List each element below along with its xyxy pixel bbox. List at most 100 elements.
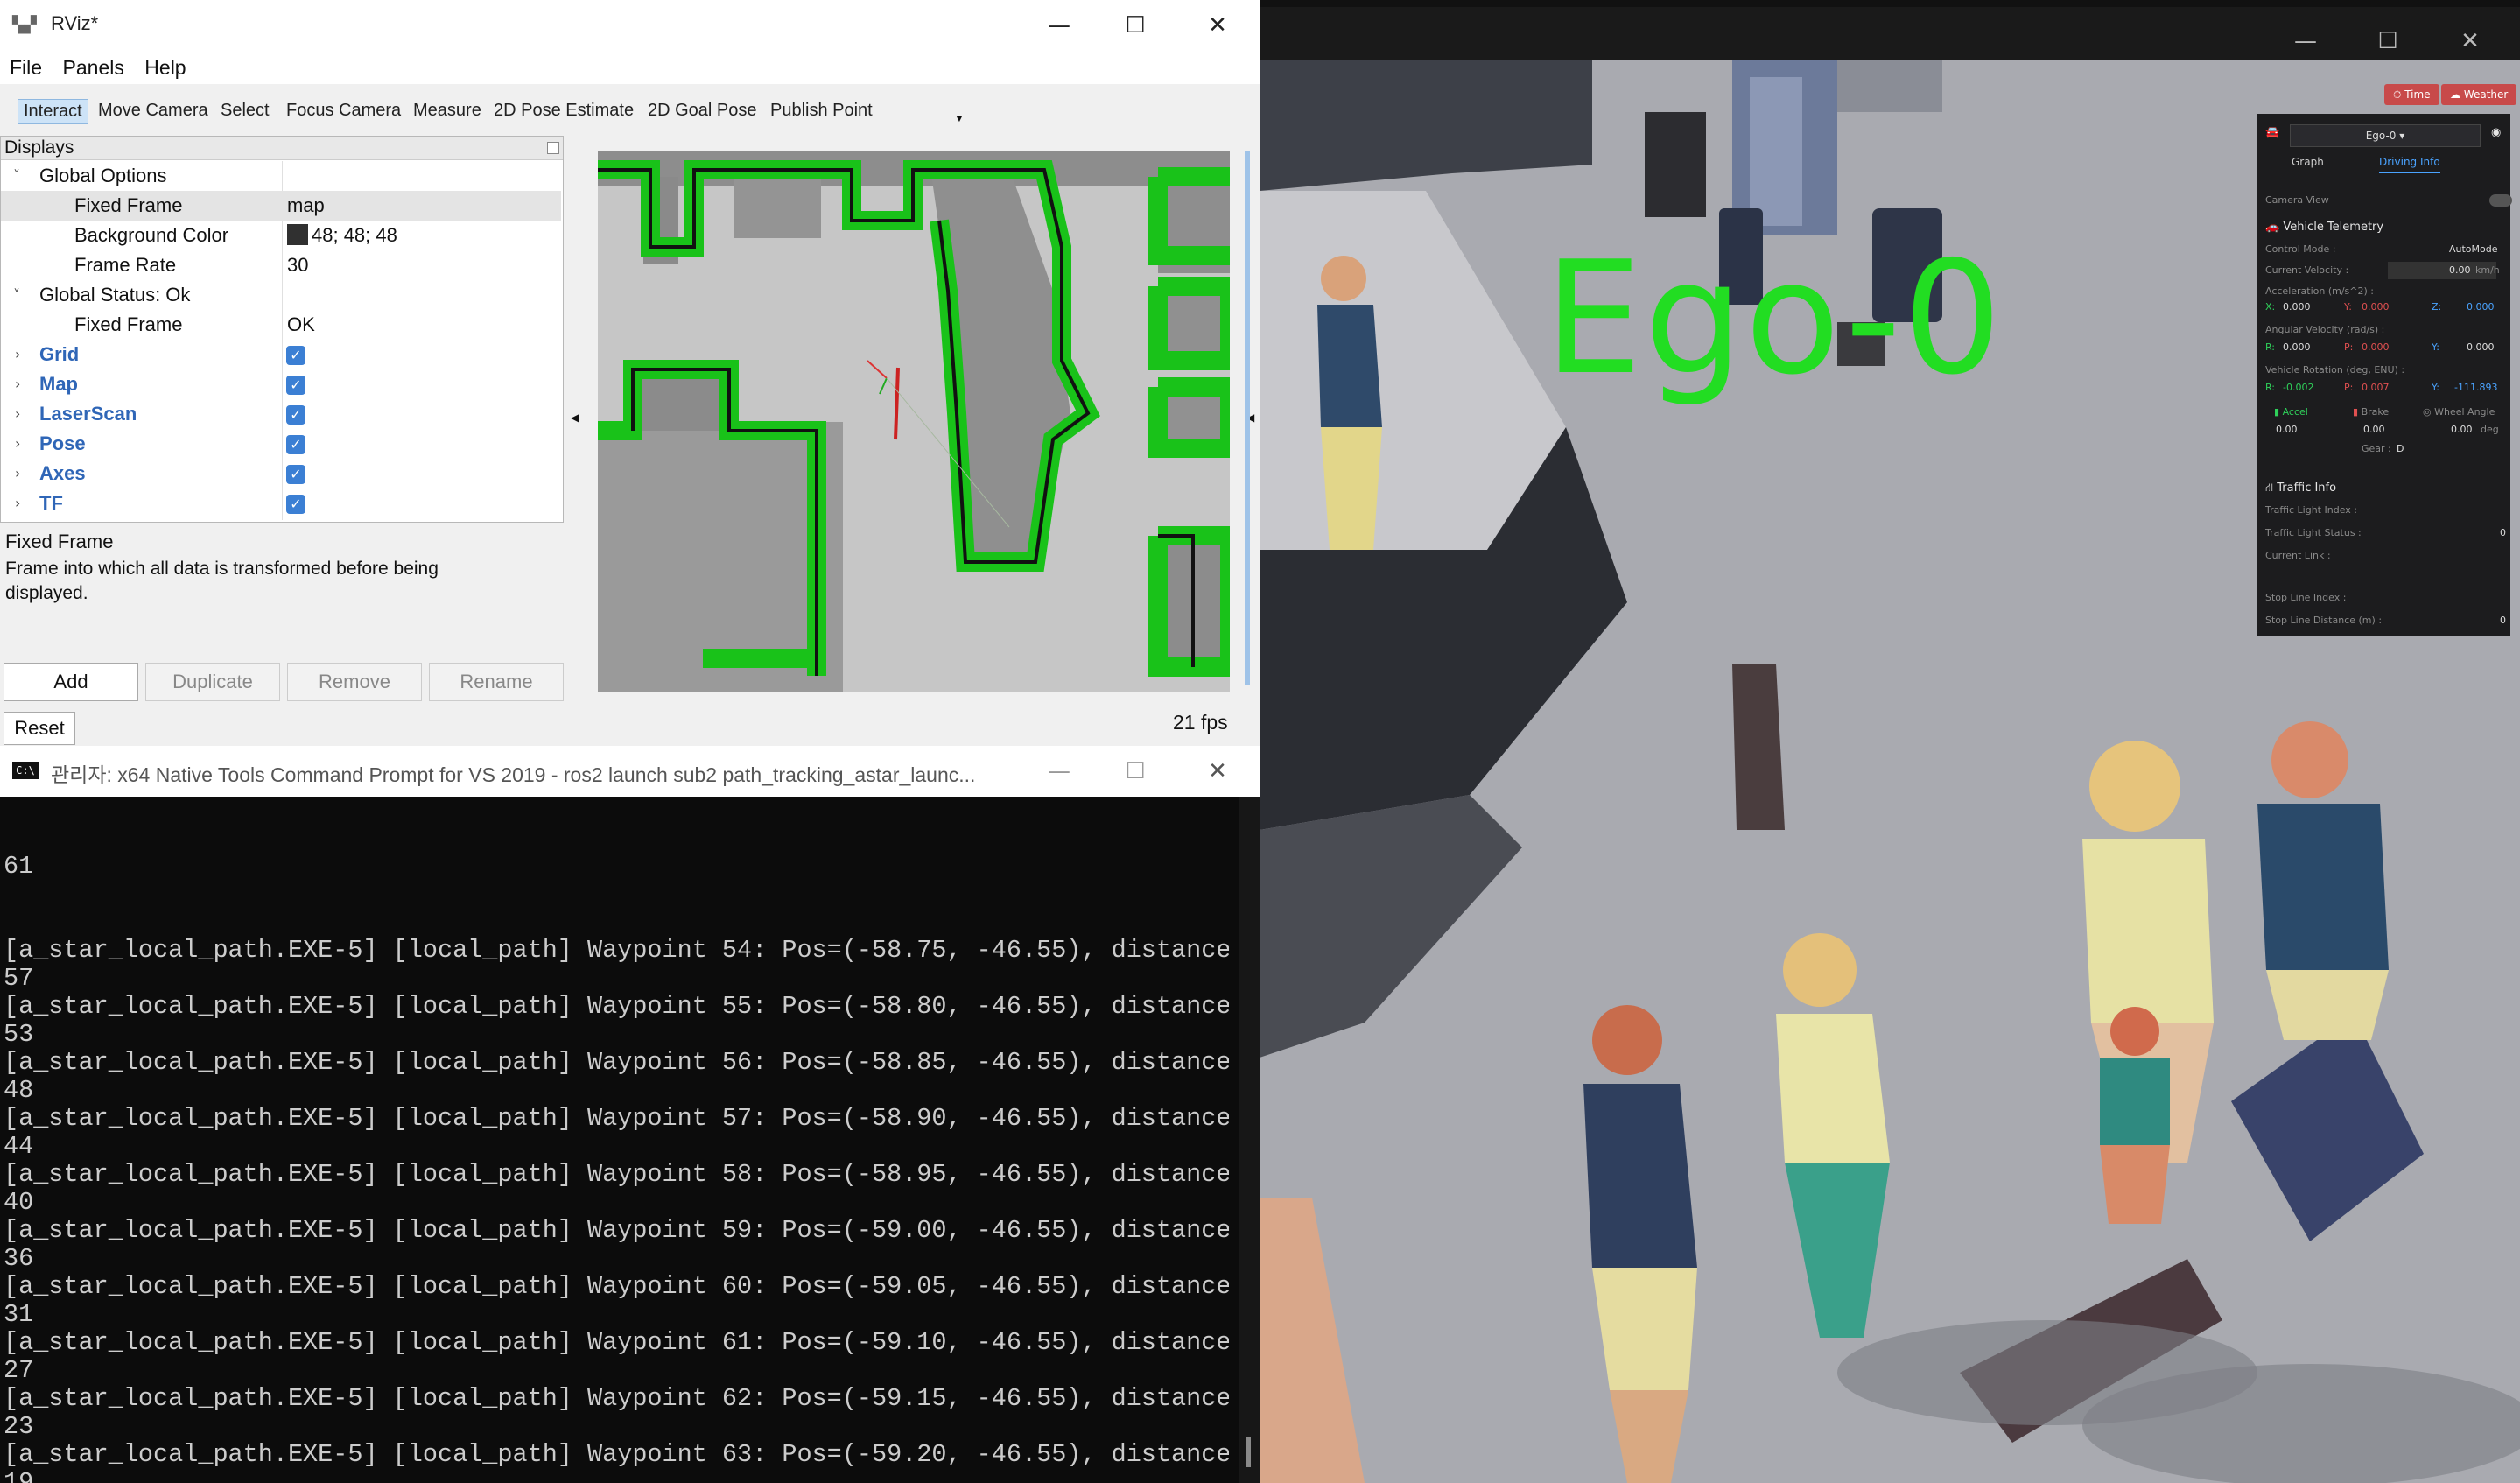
tree-label: LaserScan: [39, 403, 137, 425]
tree-global-options[interactable]: ˅ Global Options: [1, 161, 561, 191]
angvel-r-label: R:: [2265, 341, 2276, 353]
tool-2d-goal-pose[interactable]: 2D Goal Pose: [642, 99, 762, 123]
panel-float-icon[interactable]: [547, 142, 559, 154]
weather-button[interactable]: ☁ Weather: [2441, 84, 2517, 105]
minimize-icon[interactable]: —: [1020, 746, 1099, 797]
reset-button[interactable]: Reset: [4, 712, 75, 745]
current-velocity-value: 0.00: [2449, 264, 2471, 276]
duplicate-button[interactable]: Duplicate: [145, 663, 280, 701]
checkbox-tf[interactable]: ✓: [286, 495, 305, 514]
simulator-titlebar[interactable]: — ☐ ✕: [1260, 0, 2520, 67]
chevron-down-icon[interactable]: ˅: [13, 161, 20, 191]
tool-measure[interactable]: Measure: [408, 99, 487, 123]
map-view-3d[interactable]: [598, 151, 1230, 692]
checkbox-axes[interactable]: ✓: [286, 465, 305, 484]
terminal-line-continuation: 31: [4, 1300, 34, 1329]
checkbox-grid[interactable]: ✓: [286, 346, 305, 365]
occupancy-map: [598, 151, 1230, 692]
brake-value: 0.00: [2363, 424, 2385, 435]
brake-text: Brake: [2361, 406, 2390, 418]
remove-button[interactable]: Remove: [287, 663, 422, 701]
terminal-line-continuation: 40: [4, 1188, 34, 1217]
time-button[interactable]: ⏱ Time: [2384, 84, 2439, 105]
terminal-line-continuation: 19: [4, 1468, 34, 1483]
collapse-left-icon[interactable]: ◀: [571, 411, 579, 424]
time-label: Time: [2404, 88, 2431, 101]
scrollbar-thumb[interactable]: [1246, 1437, 1251, 1467]
checkbox-map[interactable]: ✓: [286, 376, 305, 395]
menu-panels[interactable]: Panels: [63, 51, 124, 84]
tool-2d-pose-estimate[interactable]: 2D Pose Estimate: [488, 99, 639, 123]
background-color-value[interactable]: 48; 48; 48: [287, 221, 397, 250]
tool-move-camera[interactable]: Move Camera: [93, 99, 214, 123]
wheel-angle-text: Wheel Angle: [2434, 406, 2495, 418]
driving-info-panel: 🚘 Ego-0 ▾ ◉ Graph Driving Info Camera Vi…: [2257, 114, 2512, 636]
tree-laserscan[interactable]: › LaserScan ✓: [1, 399, 561, 429]
chevron-right-icon[interactable]: ›: [15, 340, 20, 369]
terminal-titlebar[interactable]: C:\ 관리자: x64 Native Tools Command Prompt…: [0, 746, 1260, 797]
chevron-right-icon[interactable]: ›: [15, 459, 20, 488]
add-button[interactable]: Add: [4, 663, 138, 701]
terminal-line-continuation: 36: [4, 1244, 34, 1273]
tree-tf[interactable]: › TF ✓: [1, 488, 561, 518]
tab-graph[interactable]: Graph: [2292, 156, 2324, 168]
fixed-frame-value[interactable]: map: [287, 191, 325, 221]
terminal-output[interactable]: 61 [a_star_local_path.EXE-5] [local_path…: [4, 797, 1229, 1483]
vehicle-select[interactable]: Ego-0 ▾: [2290, 124, 2481, 147]
terminal-line: [a_star_local_path.EXE-5] [local_path] W…: [4, 992, 1229, 1021]
maximize-icon[interactable]: ☐: [1096, 746, 1175, 797]
tree-global-status[interactable]: ˅ Global Status: Ok: [1, 280, 561, 310]
close-icon[interactable]: ✕: [1178, 746, 1257, 797]
tree-status-fixed-frame[interactable]: Fixed Frame OK: [1, 310, 561, 340]
rot-y-label: Y:: [2432, 382, 2439, 393]
tree-background-color[interactable]: Background Color 48; 48; 48: [1, 221, 561, 250]
rviz-titlebar[interactable]: ▚▞ RViz* — ☐ ✕: [0, 0, 1260, 51]
terminal-line-continuation: 44: [4, 1132, 34, 1161]
tool-publish-point[interactable]: Publish Point: [765, 99, 878, 123]
terminal-line: [a_star_local_path.EXE-5] [local_path] W…: [4, 1328, 1229, 1357]
checkbox-laserscan[interactable]: ✓: [286, 405, 305, 425]
terminal-line: [a_star_local_path.EXE-5] [local_path] W…: [4, 1384, 1229, 1413]
menu-file[interactable]: File: [10, 51, 42, 84]
accel-x-label: X:: [2265, 301, 2276, 313]
tree-map[interactable]: › Map ✓: [1, 369, 561, 399]
tab-driving-info[interactable]: Driving Info: [2379, 156, 2440, 173]
traffic-info-title: ⛙ Traffic Info: [2265, 481, 2337, 495]
tree-pose[interactable]: › Pose ✓: [1, 429, 561, 459]
displays-header: Displays: [1, 137, 563, 160]
angvel-p-label: P:: [2344, 341, 2354, 353]
chevron-right-icon[interactable]: ›: [15, 429, 20, 459]
camera-icon[interactable]: ◉: [2491, 126, 2501, 139]
tree-frame-rate[interactable]: Frame Rate 30: [1, 250, 561, 280]
chevron-right-icon[interactable]: ›: [15, 399, 20, 429]
chevron-right-icon[interactable]: ›: [15, 369, 20, 399]
menu-help[interactable]: Help: [144, 51, 186, 84]
tree-grid[interactable]: › Grid ✓: [1, 340, 561, 369]
checkbox-pose[interactable]: ✓: [286, 435, 305, 454]
chevron-down-icon[interactable]: ˅: [13, 280, 20, 310]
rename-button[interactable]: Rename: [429, 663, 564, 701]
color-swatch: [287, 224, 308, 245]
tree-label: Map: [39, 373, 78, 395]
tree-fixed-frame[interactable]: Fixed Frame map: [1, 191, 561, 221]
toolbar-more-icon[interactable]: ▼: [954, 112, 965, 124]
close-icon[interactable]: ✕: [1178, 0, 1257, 51]
camera-view-toggle[interactable]: [2489, 194, 2512, 207]
tool-interact[interactable]: Interact: [18, 99, 88, 124]
angvel-p-value: 0.000: [2362, 341, 2390, 353]
maximize-icon[interactable]: ☐: [1096, 0, 1175, 51]
minimize-icon[interactable]: —: [1020, 0, 1099, 51]
tool-select[interactable]: Select: [215, 99, 275, 123]
displays-panel: Displays ˅ Global Options Fixed Frame ma…: [0, 136, 564, 523]
accel-z-value: 0.000: [2467, 301, 2495, 313]
traffic-light-status-value: 0: [2500, 527, 2506, 538]
terminal-scrollbar[interactable]: [1239, 797, 1260, 1483]
stop-line-index-label: Stop Line Index :: [2265, 592, 2347, 603]
angvel-y-value: 0.000: [2467, 341, 2495, 353]
chevron-right-icon[interactable]: ›: [15, 488, 20, 518]
tree-axes[interactable]: › Axes ✓: [1, 459, 561, 488]
frame-rate-value[interactable]: 30: [287, 250, 308, 280]
tool-focus-camera[interactable]: Focus Camera: [281, 99, 406, 123]
view-splitter[interactable]: [1245, 151, 1250, 685]
rviz-menubar: File Panels Help: [0, 51, 1260, 84]
